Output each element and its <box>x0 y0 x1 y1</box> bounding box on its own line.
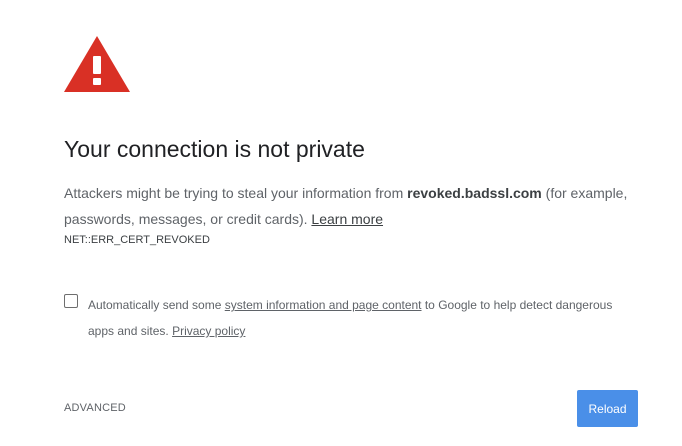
optin-text-start: Automatically send some <box>88 298 225 312</box>
safe-browsing-optin: Automatically send some system informati… <box>64 292 624 344</box>
optin-checkbox[interactable] <box>64 294 78 308</box>
page-title: Your connection is not private <box>64 136 365 162</box>
error-code: NET::ERR_CERT_REVOKED <box>64 234 210 246</box>
system-info-link[interactable]: system information and page content <box>225 298 422 312</box>
main-message: Attackers might be trying to steal your … <box>64 180 634 232</box>
interstitial-page: Your connection is not private Attackers… <box>0 0 682 446</box>
reload-button[interactable]: Reload <box>577 390 638 427</box>
warning-triangle-icon <box>64 36 130 92</box>
optin-label: Automatically send some system informati… <box>88 292 624 344</box>
learn-more-link[interactable]: Learn more <box>311 211 383 227</box>
privacy-policy-link[interactable]: Privacy policy <box>172 324 245 338</box>
host-name: revoked.badssl.com <box>407 185 542 201</box>
message-text-start: Attackers might be trying to steal your … <box>64 185 408 201</box>
advanced-button[interactable]: ADVANCED <box>64 402 126 414</box>
